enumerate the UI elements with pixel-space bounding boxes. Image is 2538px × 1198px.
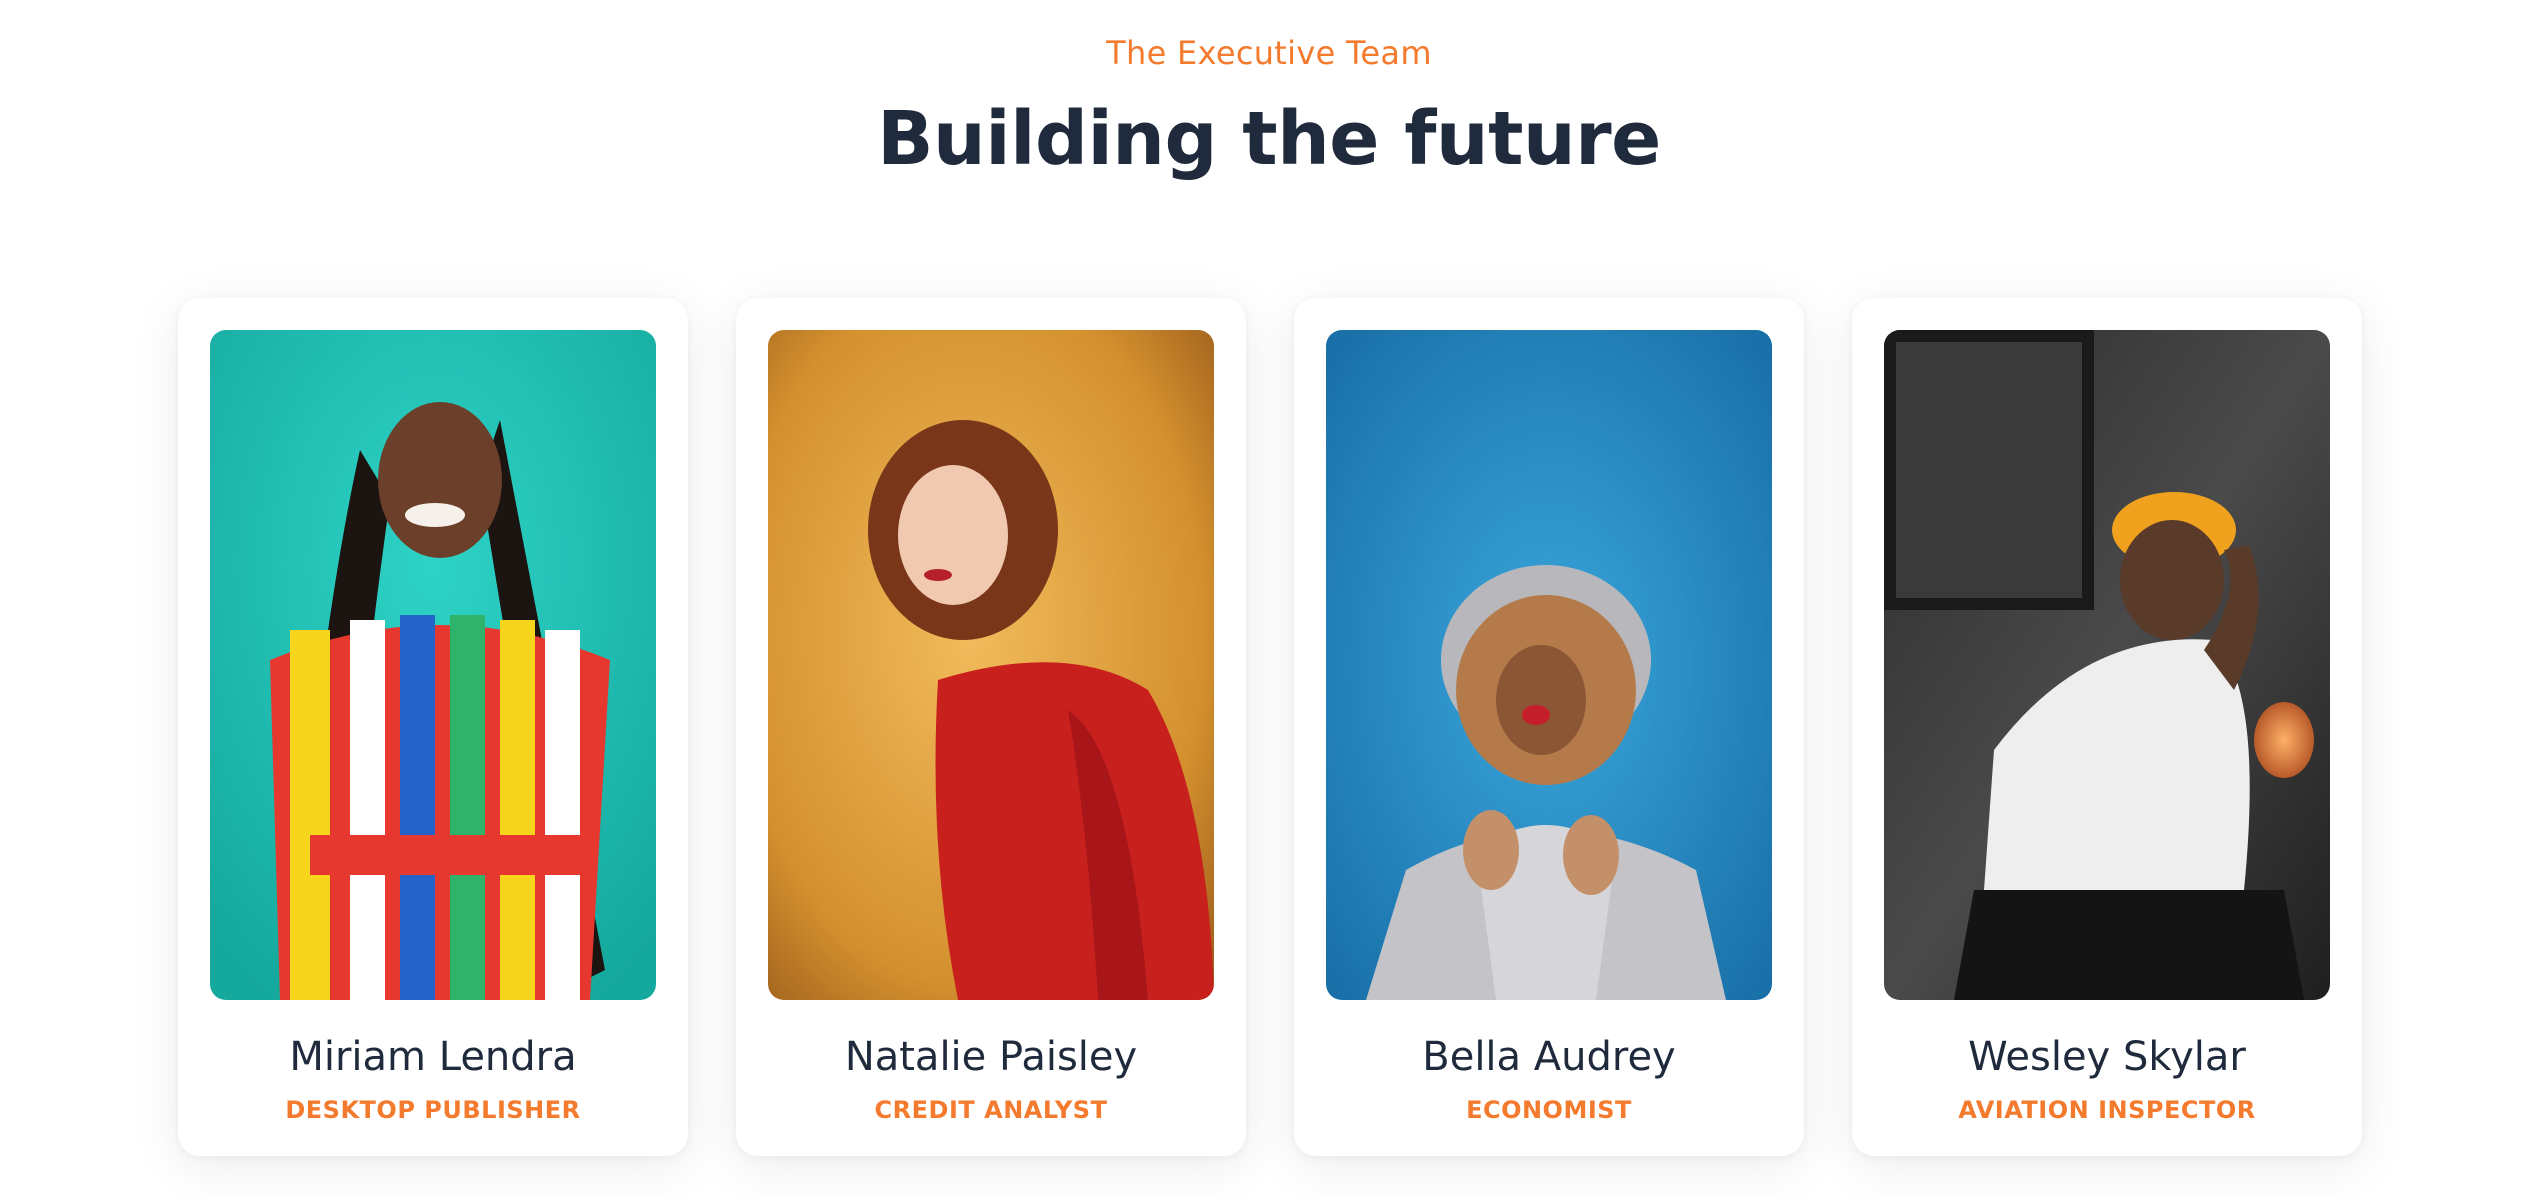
team-photo	[768, 330, 1214, 1000]
member-role: CREDIT ANALYST	[874, 1096, 1108, 1124]
team-card-wesley-skylar[interactable]: Wesley Skylar AVIATION INSPECTOR	[1852, 298, 2362, 1156]
member-role: DESKTOP PUBLISHER	[285, 1096, 581, 1124]
portrait-image	[1326, 330, 1772, 1000]
portrait-image	[1884, 330, 2330, 1000]
member-role: AVIATION INSPECTOR	[1958, 1096, 2256, 1124]
team-photo	[210, 330, 656, 1000]
section-eyebrow: The Executive Team	[1106, 34, 1432, 72]
team-section: The Executive Team Building the future M…	[0, 0, 2538, 1198]
portrait-image	[768, 330, 1214, 1000]
team-photo	[1884, 330, 2330, 1000]
team-card-miriam-lendra[interactable]: Miriam Lendra DESKTOP PUBLISHER	[178, 298, 688, 1156]
member-name: Wesley Skylar	[1968, 1034, 2246, 1080]
team-photo	[1326, 330, 1772, 1000]
section-title: Building the future	[877, 96, 1661, 182]
member-name: Bella Audrey	[1422, 1034, 1676, 1080]
portrait-image	[210, 330, 656, 1000]
team-card-bella-audrey[interactable]: Bella Audrey ECONOMIST	[1294, 298, 1804, 1156]
team-grid: Miriam Lendra DESKTOP PUBLISHER Natalie …	[178, 298, 2362, 1158]
member-name: Miriam Lendra	[289, 1034, 577, 1080]
member-name: Natalie Paisley	[844, 1034, 1138, 1080]
team-card-natalie-paisley[interactable]: Natalie Paisley CREDIT ANALYST	[736, 298, 1246, 1156]
member-role: ECONOMIST	[1466, 1096, 1632, 1124]
